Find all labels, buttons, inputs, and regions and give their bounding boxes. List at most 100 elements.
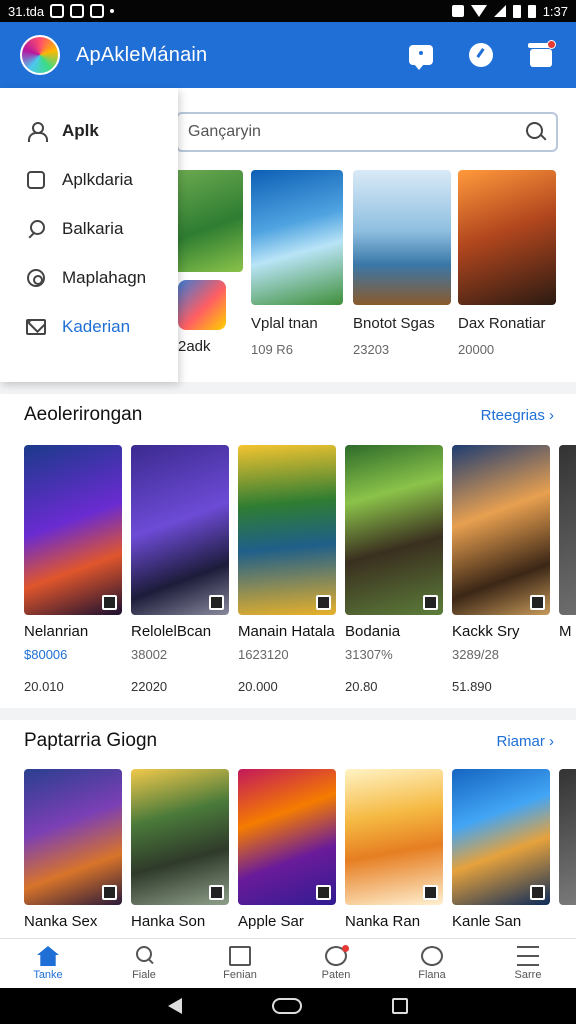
drawer-item-kaderian[interactable]: Kaderian [0, 302, 178, 351]
bottom-navigation: Tanke Fiale Fenian Paten Flana Sarre [0, 938, 576, 988]
apps-icon [229, 946, 251, 966]
app-notification-icon [50, 4, 65, 18]
app-name: Bnotot Sgas [353, 315, 435, 332]
home-button-icon[interactable] [272, 998, 302, 1014]
app-meta: 23203 [353, 342, 390, 357]
game-price: 31307% [345, 647, 393, 662]
app-logo[interactable] [20, 35, 60, 75]
nav-tab-more[interactable]: Sarre [480, 939, 576, 988]
drawer-item-aplk[interactable]: Aplk [0, 106, 178, 155]
platform-icon [209, 595, 224, 610]
game-card[interactable]: RelolelBcan 38002 22020 [131, 445, 229, 694]
game-card[interactable]: Hanka Son [131, 769, 229, 930]
game-price: 38002 [131, 647, 168, 662]
game-card[interactable]: Bodania 31307% 20.80 [345, 445, 443, 694]
nav-tab-label: Paten [321, 969, 351, 981]
nav-tab-label: Flana [418, 969, 446, 981]
game-name: Manain Hatala [238, 623, 335, 640]
search-icon[interactable] [526, 122, 546, 142]
nav-tab-apps[interactable]: Fenian [192, 939, 288, 988]
game-thumbnail [559, 769, 576, 905]
game-card[interactable]: Nanka Ran [345, 769, 443, 930]
game-thumbnail [559, 445, 576, 615]
game-name: Nanka Ran [345, 913, 421, 930]
game-card[interactable]: Kanle San [452, 769, 550, 930]
chat-button[interactable] [406, 40, 436, 70]
app-notification-icon [70, 4, 85, 18]
game-thumbnail [452, 769, 550, 905]
section-divider [0, 382, 576, 394]
game-name: Apple Sar [238, 913, 304, 930]
app-title: ApAkleMánain [76, 43, 208, 66]
section-row: Nelanrian $80006 20.010 RelolelBcan 3800… [24, 445, 576, 694]
platform-icon [316, 885, 331, 900]
drawer-item-maplahagn[interactable]: Maplahagn [0, 253, 178, 302]
game-downloads: 51.890 [452, 679, 492, 694]
game-downloads: 20.000 [238, 679, 278, 694]
section-divider [0, 708, 576, 720]
app-card[interactable]: Bnotot Sgas 23203 [353, 170, 451, 357]
game-name: Bodania [345, 623, 401, 640]
game-card[interactable]: Nanka Sex [24, 769, 122, 930]
gift-icon [528, 43, 554, 67]
apps-icon [27, 170, 45, 189]
game-downloads: 20.80 [345, 679, 378, 694]
platform-icon [102, 885, 117, 900]
explore-button[interactable] [466, 40, 496, 70]
updates-icon [325, 945, 349, 966]
home-icon [37, 946, 59, 966]
app-card[interactable]: 2adk [178, 170, 243, 355]
platform-icon [209, 885, 224, 900]
game-downloads: 20.010 [24, 679, 64, 694]
app-meta: 109 R6 [251, 342, 293, 357]
app-name: Vplal tnan [251, 315, 318, 332]
game-card[interactable]: Nelanrian $80006 20.010 [24, 445, 122, 694]
game-name: M [559, 623, 572, 640]
nav-tab-updates[interactable]: Paten [288, 939, 384, 988]
drawer-item-label: Kaderian [62, 316, 131, 336]
nav-tab-home[interactable]: Tanke [0, 939, 96, 988]
game-price: 1623120 [238, 647, 289, 662]
app-meta: 20000 [458, 342, 495, 357]
back-icon[interactable] [168, 998, 182, 1014]
menu-icon [517, 946, 539, 966]
game-thumbnail [238, 769, 336, 905]
chat-icon [409, 45, 433, 70]
navigation-drawer: Aplk Aplkdaria Balkaria Maplahagn Kaderi… [0, 88, 178, 382]
platform-icon [423, 595, 438, 610]
mail-icon [26, 318, 46, 335]
game-thumbnail [452, 445, 550, 615]
app-thumbnail [353, 170, 451, 305]
see-all-link[interactable]: Riamar › [496, 733, 554, 750]
search-input[interactable] [188, 123, 508, 141]
recents-icon[interactable] [392, 998, 408, 1014]
game-downloads: 22020 [131, 679, 168, 694]
game-name: Nanka Sex [24, 913, 98, 930]
game-card[interactable]: Apple Sar [238, 769, 336, 930]
gift-button[interactable] [526, 40, 556, 70]
nav-tab-search[interactable]: Fiale [96, 939, 192, 988]
app-card[interactable]: Vplal tnan 109 R6 [251, 170, 343, 357]
app-card[interactable]: Dax Ronatiar 20000 [458, 170, 556, 357]
nav-tab-profile[interactable]: Flana [384, 939, 480, 988]
clock: 1:37 [542, 3, 568, 19]
nav-tab-label: Fiale [132, 969, 156, 981]
game-name: RelolelBcan [131, 623, 212, 640]
notification-badge [547, 40, 556, 49]
game-card[interactable]: Kackk Sry 3289/28 51.890 [452, 445, 550, 694]
drawer-item-balkaria[interactable]: Balkaria [0, 204, 178, 253]
drawer-item-aplkdaria[interactable]: Aplkdaria [0, 155, 178, 204]
search-bar[interactable] [176, 112, 558, 152]
section-row: Nanka Sex Hanka Son Apple Sar Nanka Ran … [24, 769, 576, 930]
game-thumbnail [345, 769, 443, 905]
game-name: Nelanrian [24, 623, 89, 640]
game-card[interactable] [559, 769, 576, 930]
game-name: Kanle San [452, 913, 522, 930]
compass-icon [469, 43, 493, 67]
game-card[interactable]: Manain Hatala 1623120 20.000 [238, 445, 336, 694]
game-card[interactable]: M [559, 445, 576, 694]
see-all-link[interactable]: Rteegrias › [481, 407, 554, 424]
game-name: Kackk Sry [452, 623, 520, 640]
battery-icon [512, 4, 521, 18]
signal-icon [493, 5, 506, 17]
